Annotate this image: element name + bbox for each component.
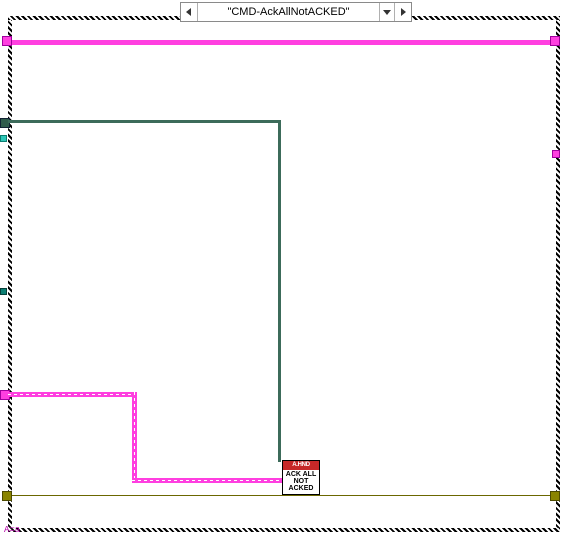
tunnel-right-pink-sm — [552, 150, 560, 158]
case-selector[interactable]: "CMD-AckAllNotACKED" — [180, 2, 412, 22]
case-dropdown-button[interactable] — [379, 3, 394, 21]
tunnel-left-olive — [2, 491, 12, 501]
case-structure — [4, 12, 562, 536]
node-header: A.HND — [283, 461, 319, 470]
wire-cluster-v1 — [132, 392, 137, 482]
wire-green-h1 — [8, 120, 280, 123]
wire-pink-top — [8, 40, 554, 45]
node-line-1: ACK ALL — [283, 471, 319, 478]
wire-cluster-h2 — [132, 478, 282, 483]
tunnel-left-small-1 — [0, 135, 7, 142]
tunnel-right-olive — [550, 491, 560, 501]
tunnel-left-pink-top — [2, 36, 12, 46]
case-next-button[interactable] — [394, 3, 411, 21]
node-line-2: NOT — [283, 478, 319, 485]
case-label: "CMD-AckAllNotACKED" — [198, 3, 379, 21]
ack-all-not-acked-vi[interactable]: A.HND ACK ALL NOT ACKED — [282, 460, 320, 495]
tunnel-right-pink-top — [550, 36, 560, 46]
wire-olive-bottom — [8, 495, 554, 496]
case-prev-button[interactable] — [181, 3, 198, 21]
triangle-down-icon — [383, 8, 391, 16]
tunnel-left-small-2 — [0, 288, 7, 295]
wire-cluster-h1 — [8, 392, 136, 397]
triangle-right-icon — [399, 8, 407, 16]
wire-green-v1 — [278, 120, 281, 462]
node-body: ACK ALL NOT ACKED — [283, 470, 319, 494]
node-line-3: ACKED — [283, 485, 319, 492]
triangle-left-icon — [185, 8, 193, 16]
corner-label: A=a — [4, 525, 20, 535]
